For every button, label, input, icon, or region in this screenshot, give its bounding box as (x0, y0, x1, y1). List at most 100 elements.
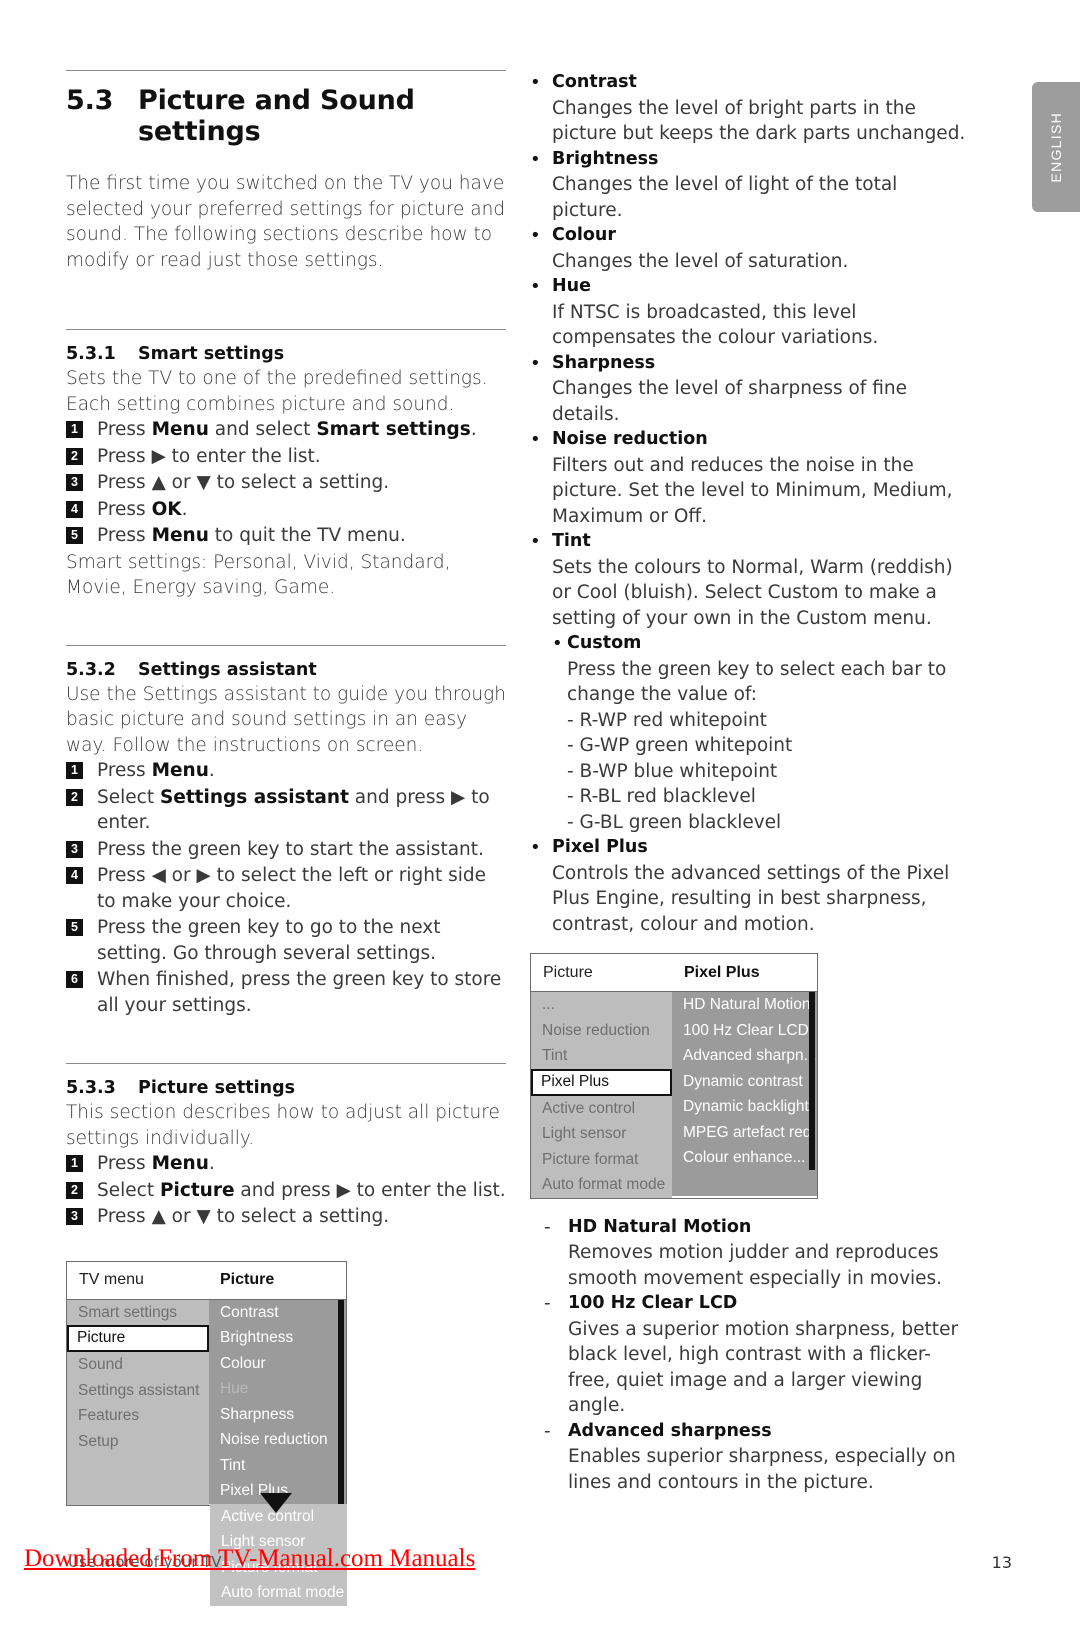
step-text: When finished, press the green key to st… (97, 969, 502, 1016)
step-number: 2 (66, 1181, 83, 1199)
bullet-icon: • (530, 225, 541, 246)
menu-item[interactable]: Tint (208, 1452, 346, 1478)
option-title: Tint (552, 531, 591, 551)
option-body: Changes the level of bright parts in the… (552, 97, 966, 145)
step-item: 3 Press ▲ or ▼ to select a setting. (66, 1204, 506, 1230)
bullet-icon: • (530, 531, 541, 552)
option-heading: • Hue (530, 274, 970, 300)
detail-title: HD Natural Motion (568, 1216, 752, 1237)
option-body: Controls the advanced settings of the Pi… (552, 862, 950, 935)
option-heading: • Pixel Plus (530, 835, 970, 861)
step-text: Press OK. (97, 497, 506, 523)
smart-settings-heading: 5.3.1 Smart settings (66, 344, 506, 364)
menu-item[interactable]: Colour (208, 1350, 346, 1376)
option-heading: • Tint (530, 529, 970, 555)
pixel-plus-title-left: Picture (543, 963, 593, 981)
menu-item[interactable]: Active control (531, 1095, 672, 1121)
menu-item[interactable]: ... (531, 992, 672, 1018)
menu-item[interactable]: Colour enhance... (672, 1145, 817, 1171)
bullet-icon: • (530, 72, 541, 93)
step-text: Press Menu to quit the TV menu. (97, 523, 506, 549)
menu-item[interactable]: 100 Hz Clear LCD (672, 1017, 817, 1043)
menu-item[interactable]: Auto format mode (531, 1172, 672, 1198)
step-item: 1 Press Menu. (66, 1151, 506, 1177)
smart-settings-intro: Sets the TV to one of the predefined set… (66, 368, 488, 415)
scroll-down-arrow-icon[interactable] (260, 1492, 292, 1513)
menu-item-selected[interactable]: Pixel Plus (530, 1068, 672, 1096)
step-pre: Select (97, 1179, 160, 1201)
download-watermark[interactable]: Downloaded From TV-Manual.com Manuals (24, 1545, 475, 1573)
list-item: - Advanced sharpness Enables superior sha… (544, 1419, 970, 1496)
menu-item[interactable]: Brightness (208, 1325, 346, 1351)
step-number: 3 (66, 1208, 83, 1225)
section-rule-top (66, 70, 506, 71)
settings-assistant-number: 5.3.2 (66, 659, 116, 680)
pixel-plus-right-list: HD Natural Motion 100 Hz Clear LCD Advan… (672, 992, 817, 1198)
step-text: Select Settings assistant and press ▶ to… (97, 785, 506, 836)
option-title: Hue (552, 276, 591, 296)
detail-body: Gives a superior motion sharpness, bette… (568, 1318, 959, 1417)
list-item: - HD Natural Motion Removes motion judder… (544, 1215, 970, 1292)
menu-item-selected[interactable]: Picture (66, 1325, 209, 1352)
bullet-icon: • (530, 148, 541, 170)
step-pre: Press (97, 760, 152, 781)
menu-item[interactable]: Sound (67, 1352, 209, 1378)
step-bold: Menu (151, 1153, 209, 1174)
smart-settings-rule (66, 329, 506, 330)
custom-heading: • Custom (552, 631, 970, 657)
step-text: Select Picture and press ▶ to enter the … (97, 1178, 506, 1204)
option-heading: • Colour (530, 223, 970, 249)
menu-item[interactable]: Sharpness (208, 1401, 346, 1427)
menu-item[interactable]: Features (67, 1403, 209, 1429)
bullet-icon: • (530, 352, 541, 374)
menu-item-empty (67, 1479, 209, 1505)
menu-item[interactable]: Picture format (531, 1146, 672, 1172)
tv-menu-title-left: TV menu (79, 1271, 144, 1288)
custom-body: Press the green key to select each bar t… (567, 658, 947, 706)
menu-scrollbar[interactable] (809, 992, 815, 1170)
menu-item[interactable]: Settings assistant (67, 1377, 209, 1403)
option-heading: • Brightness (530, 147, 970, 173)
step-number: 3 (66, 474, 83, 491)
menu-item[interactable]: Contrast (208, 1299, 346, 1325)
menu-scrollbar[interactable] (338, 1299, 344, 1504)
tv-menu-right-list: Contrast Brightness Colour Hue Sharpness… (208, 1299, 346, 1506)
list-item: • Sharpness Changes the level of sharpnes… (530, 351, 970, 428)
tv-menu-title-row: TV menu Picture (67, 1262, 346, 1300)
menu-item[interactable]: Tint (531, 1043, 672, 1069)
menu-item[interactable]: Noise reduction (531, 1017, 672, 1043)
menu-item[interactable]: Setup (67, 1428, 209, 1454)
list-item: • Colour Changes the level of saturation. (530, 223, 970, 274)
step-item: 2 Press ▶ to enter the list. (66, 444, 506, 470)
step-number: 1 (66, 762, 83, 779)
step-number: 3 (66, 840, 83, 858)
menu-item[interactable]: Noise reduction (208, 1427, 346, 1453)
option-body: Changes the level of light of the total … (552, 174, 898, 221)
option-body: If NTSC is broadcasted, this level compe… (552, 301, 879, 349)
settings-assistant-intro: Use the Settings assistant to guide you … (66, 683, 506, 756)
bullet-icon: • (530, 429, 541, 450)
language-tab: ENGLISH (1032, 82, 1080, 212)
menu-item[interactable]: Smart settings (67, 1299, 209, 1325)
section-title: Picture and Sound settings (138, 85, 415, 147)
menu-item[interactable]: Dynamic backlight (672, 1094, 817, 1120)
pixel-plus-title-right: Pixel Plus (684, 963, 760, 981)
step-text: Press Menu. (97, 1151, 506, 1177)
menu-item[interactable]: Dynamic contrast (672, 1068, 817, 1094)
tv-menu-columns: Smart settings Picture Sound Settings as… (66, 1299, 346, 1506)
smart-settings-number: 5.3.1 (66, 344, 116, 364)
menu-item[interactable]: Light sensor (531, 1121, 672, 1147)
section-intro: The first time you switched on the TV yo… (66, 173, 506, 271)
menu-item[interactable]: MPEG artefact red... (672, 1119, 817, 1145)
pixel-plus-menu-figure: Picture Pixel Plus ... Noise reduction T… (530, 953, 818, 1199)
step-number: 1 (66, 1155, 83, 1172)
step-number: 1 (66, 421, 83, 438)
step-post: and press ▶ to enter the list. (234, 1179, 506, 1201)
step-item: 4 Press OK. (66, 497, 506, 523)
option-title: Brightness (552, 148, 659, 169)
menu-item[interactable]: HD Natural Motion (672, 992, 817, 1018)
menu-item[interactable]: Advanced sharpn... (672, 1043, 817, 1069)
list-item: • Brightness Changes the level of light o… (530, 147, 970, 224)
step-pre: Select (97, 786, 160, 808)
custom-title: Custom (567, 633, 642, 653)
